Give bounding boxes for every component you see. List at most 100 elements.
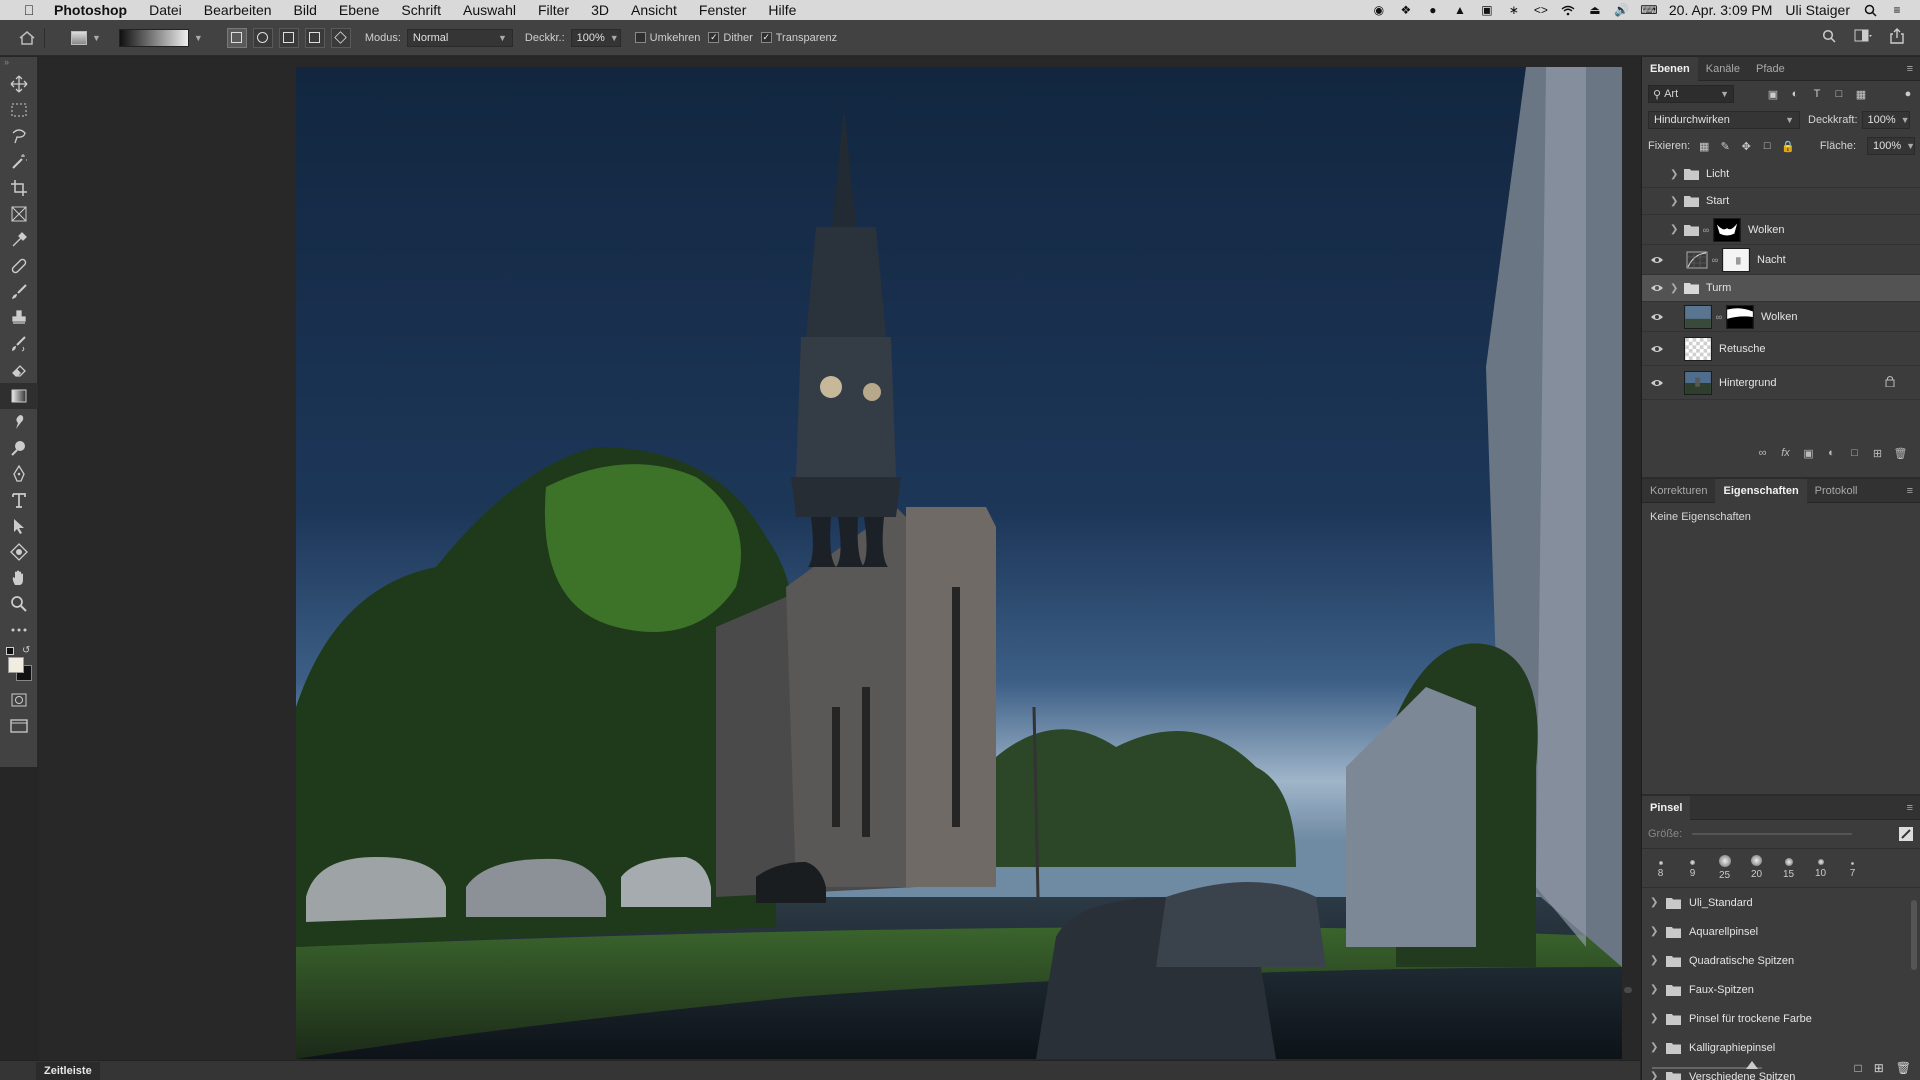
add-mask-icon[interactable]: ▣ — [1802, 447, 1815, 460]
blend-mode-select[interactable]: Hindurchwirken ▼ — [1648, 111, 1800, 129]
eject-icon[interactable]: ⏏ — [1588, 3, 1602, 17]
creative-cloud-icon[interactable]: ● — [1426, 3, 1440, 17]
screen-mode-button[interactable] — [0, 713, 38, 739]
opacity-input[interactable]: 100% ▼ — [570, 28, 621, 47]
panel-collapse-icon[interactable]: » — [0, 57, 37, 71]
menu-bearbeiten[interactable]: Bearbeiten — [193, 2, 283, 18]
tab-eigenschaften[interactable]: Eigenschaften — [1715, 478, 1807, 503]
diamond-gradient-button[interactable] — [330, 27, 351, 48]
tab-korrekturen[interactable]: Korrekturen — [1642, 479, 1715, 503]
swap-colors-icon[interactable]: ↺ — [22, 645, 30, 656]
gradient-tool[interactable] — [0, 383, 38, 409]
dodge-tool[interactable] — [0, 435, 38, 461]
menu-app[interactable]: Photoshop — [40, 2, 138, 18]
brush-folder-item[interactable]: ❯ Faux-Spitzen — [1642, 975, 1920, 1004]
spotlight-icon[interactable] — [1863, 3, 1877, 17]
brush-tool[interactable] — [0, 279, 38, 305]
apple-icon[interactable]:  — [18, 2, 40, 18]
menu-ansicht[interactable]: Ansicht — [620, 2, 688, 18]
radial-gradient-button[interactable] — [252, 27, 273, 48]
eraser-tool[interactable] — [0, 357, 38, 383]
layer-row[interactable]: ❯ Licht — [1642, 161, 1920, 188]
brush-preset[interactable]: 15 — [1778, 855, 1799, 881]
preview-size-slider[interactable] — [1652, 1061, 1762, 1069]
search-icon[interactable] — [1822, 29, 1836, 46]
transparency-checkbox[interactable]: ✓ Transparenz — [760, 32, 837, 44]
smudge-tool[interactable] — [0, 409, 38, 435]
timeline-tab[interactable]: Zeitleiste — [36, 1061, 100, 1080]
layer-row[interactable]: ❯ Start — [1642, 188, 1920, 215]
link-icon[interactable]: ∞ — [1711, 255, 1719, 265]
brush-preset[interactable]: 20 — [1746, 855, 1767, 881]
fill-input[interactable]: 100% ▼ — [1867, 137, 1915, 155]
new-group-icon[interactable]: □ — [1848, 447, 1861, 460]
brush-preset[interactable]: 7 — [1842, 855, 1863, 881]
tab-ebenen[interactable]: Ebenen — [1642, 56, 1698, 81]
trash-icon[interactable]: 🗑 — [1896, 1061, 1911, 1075]
menu-bild[interactable]: Bild — [283, 2, 328, 18]
visibility-icon[interactable] — [1646, 344, 1668, 354]
panel-menu-icon[interactable]: ≡ — [1907, 802, 1920, 814]
menu-hilfe[interactable]: Hilfe — [757, 2, 807, 18]
lock-all-icon[interactable]: 🔒 — [1781, 139, 1795, 153]
canvas-scroll-icon[interactable] — [1624, 987, 1632, 993]
panel-menu-icon[interactable]: ≡ — [1907, 485, 1920, 497]
visibility-icon[interactable] — [1646, 378, 1668, 388]
clock[interactable]: 20. Apr. 3:09 PM — [1669, 2, 1773, 18]
tab-pfade[interactable]: Pfade — [1748, 57, 1793, 81]
user-name[interactable]: Uli Staiger — [1785, 2, 1850, 18]
layer-row[interactable]: ∞ Nacht — [1642, 245, 1920, 275]
menu-datei[interactable]: Datei — [138, 2, 193, 18]
tab-protokoll[interactable]: Protokoll — [1807, 479, 1866, 503]
menu-fenster[interactable]: Fenster — [688, 2, 757, 18]
layer-row[interactable]: Hintergrund — [1642, 366, 1920, 400]
tab-kanaele[interactable]: Kanäle — [1698, 57, 1748, 81]
canvas-area[interactable] — [39, 57, 1640, 1060]
brush-folder-item[interactable]: ❯ Quadratische Spitzen — [1642, 946, 1920, 975]
menu-ebene[interactable]: Ebene — [328, 2, 390, 18]
layer-mask-thumbnail[interactable] — [1713, 217, 1741, 242]
lock-position-icon[interactable]: ✥ — [1739, 139, 1753, 153]
layer-kind-filter[interactable]: ⚲ Art ▼ — [1648, 85, 1734, 103]
code-icon[interactable]: <> — [1534, 3, 1548, 17]
brush-folder-item[interactable]: ❯ Pinsel für trockene Farbe — [1642, 1004, 1920, 1033]
brush-scrollbar[interactable] — [1911, 900, 1917, 970]
magic-wand-tool[interactable] — [0, 149, 38, 175]
lasso-tool[interactable] — [0, 123, 38, 149]
chevron-down-icon[interactable]: ▼ — [194, 33, 203, 43]
lock-image-icon[interactable]: ✎ — [1718, 139, 1732, 153]
brush-preset[interactable]: 25 — [1714, 855, 1735, 881]
linear-gradient-button[interactable] — [226, 27, 247, 48]
pen-tool[interactable] — [0, 461, 38, 487]
layer-thumbnail[interactable] — [1684, 304, 1712, 329]
wifi-icon[interactable] — [1561, 3, 1575, 17]
default-colors-icon[interactable] — [6, 647, 14, 655]
bluetooth-icon[interactable]: ∗ — [1507, 3, 1521, 17]
filter-shape-icon[interactable]: □ — [1832, 87, 1846, 101]
gradient-preview[interactable] — [118, 28, 189, 47]
healing-tool[interactable] — [0, 253, 38, 279]
volume-icon[interactable]: 🔊 — [1614, 3, 1629, 17]
filter-type-icon[interactable]: T — [1810, 87, 1824, 101]
layer-mask-thumbnail[interactable] — [1722, 247, 1750, 272]
panel-menu-icon[interactable]: ≡ — [1907, 63, 1920, 75]
keyboard-icon[interactable]: ⌨ — [1640, 3, 1657, 17]
marquee-tool[interactable] — [0, 97, 38, 123]
layer-opacity-input[interactable]: 100% ▼ — [1861, 111, 1910, 129]
layer-row[interactable]: ❯ Turm — [1642, 275, 1920, 302]
new-brush-icon[interactable]: ⊞ — [1874, 1061, 1884, 1075]
layer-mask-thumbnail[interactable] — [1726, 304, 1754, 329]
adjustment-layer-icon[interactable]: ◐ — [1825, 447, 1838, 460]
chevron-right-icon[interactable]: ❯ — [1670, 224, 1680, 235]
lock-transparent-icon[interactable]: ▦ — [1697, 139, 1711, 153]
brush-folder-item[interactable]: ❯ Uli_Standard — [1642, 888, 1920, 917]
reverse-checkbox[interactable]: Umkehren — [634, 32, 700, 44]
tool-preset-picker[interactable]: ▼ — [71, 30, 101, 45]
more-tools[interactable] — [0, 617, 38, 643]
link-icon[interactable]: ∞ — [1702, 225, 1710, 235]
foreground-color[interactable] — [8, 657, 24, 673]
link-icon[interactable]: ∞ — [1715, 312, 1723, 322]
layer-row[interactable]: ∞ Wolken — [1642, 302, 1920, 332]
dropbox-icon[interactable]: ❖ — [1399, 3, 1413, 17]
new-folder-icon[interactable]: □ — [1854, 1061, 1861, 1075]
